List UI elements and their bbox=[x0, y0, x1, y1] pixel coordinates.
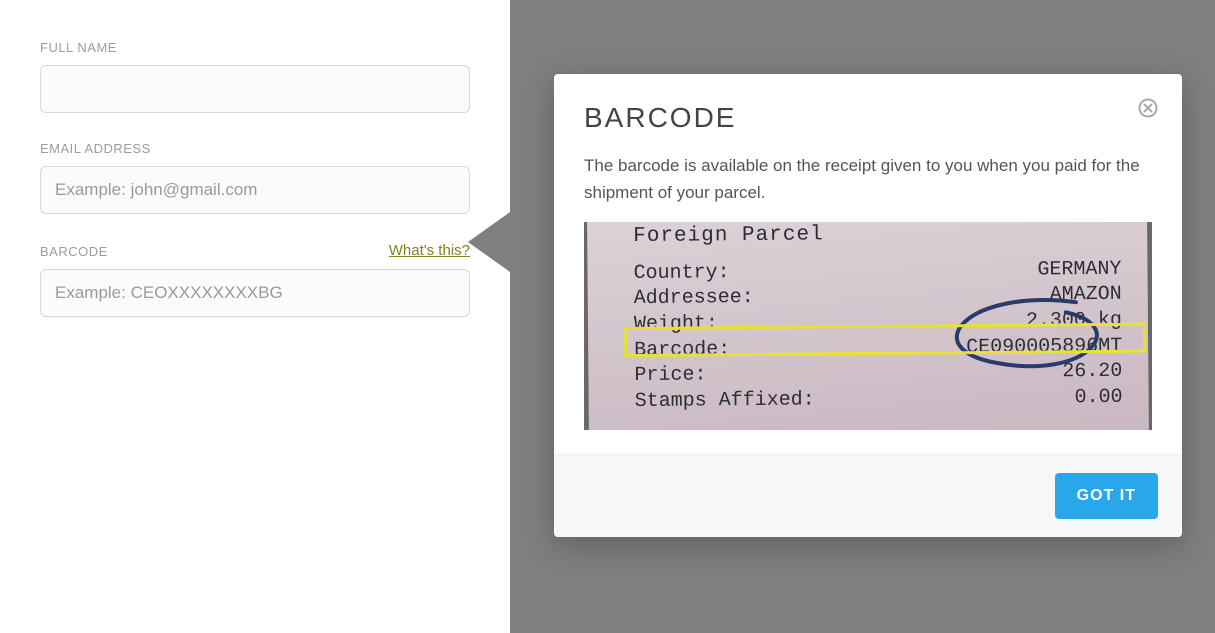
full-name-label: FULL NAME bbox=[40, 40, 117, 55]
whats-this-link[interactable]: What's this? bbox=[389, 242, 470, 259]
barcode-group: BARCODE What's this? bbox=[40, 242, 470, 317]
email-label: EMAIL ADDRESS bbox=[40, 141, 151, 156]
popover-description: The barcode is available on the receipt … bbox=[584, 152, 1152, 206]
receipt-paper: Foreign Parcel Country: GERMANY Addresse… bbox=[587, 222, 1149, 430]
popover-footer: GOT IT bbox=[554, 454, 1182, 537]
receipt-row-label: Weight: bbox=[634, 312, 718, 338]
barcode-popover: BARCODE The barcode is available on the … bbox=[554, 74, 1182, 537]
full-name-input[interactable] bbox=[40, 65, 470, 113]
receipt-row-label: Addressee: bbox=[634, 286, 754, 313]
got-it-button[interactable]: GOT IT bbox=[1055, 473, 1158, 519]
pen-circle-mark bbox=[926, 292, 1127, 378]
email-input[interactable] bbox=[40, 166, 470, 214]
receipt-row-label: Country: bbox=[633, 260, 729, 286]
receipt-row-label: Price: bbox=[634, 363, 706, 389]
popover-arrow bbox=[468, 212, 510, 272]
barcode-label: BARCODE bbox=[40, 244, 108, 259]
email-group: EMAIL ADDRESS bbox=[40, 141, 470, 214]
full-name-group: FULL NAME bbox=[40, 40, 470, 113]
close-icon[interactable] bbox=[1138, 98, 1158, 123]
receipt-image: Foreign Parcel Country: GERMANY Addresse… bbox=[584, 222, 1152, 430]
receipt-row-label: Barcode: bbox=[634, 337, 730, 363]
receipt-row: Country: GERMANY bbox=[633, 257, 1121, 287]
receipt-row-label: Stamps Affixed: bbox=[635, 388, 815, 415]
receipt-row: Stamps Affixed: 0.00 bbox=[635, 385, 1123, 415]
form-panel: FULL NAME EMAIL ADDRESS BARCODE What's t… bbox=[0, 0, 510, 633]
receipt-row-value: 0.00 bbox=[1075, 385, 1123, 411]
barcode-input[interactable] bbox=[40, 269, 470, 317]
popover-title: BARCODE bbox=[584, 102, 1152, 134]
receipt-row-value: GERMANY bbox=[1037, 257, 1121, 283]
